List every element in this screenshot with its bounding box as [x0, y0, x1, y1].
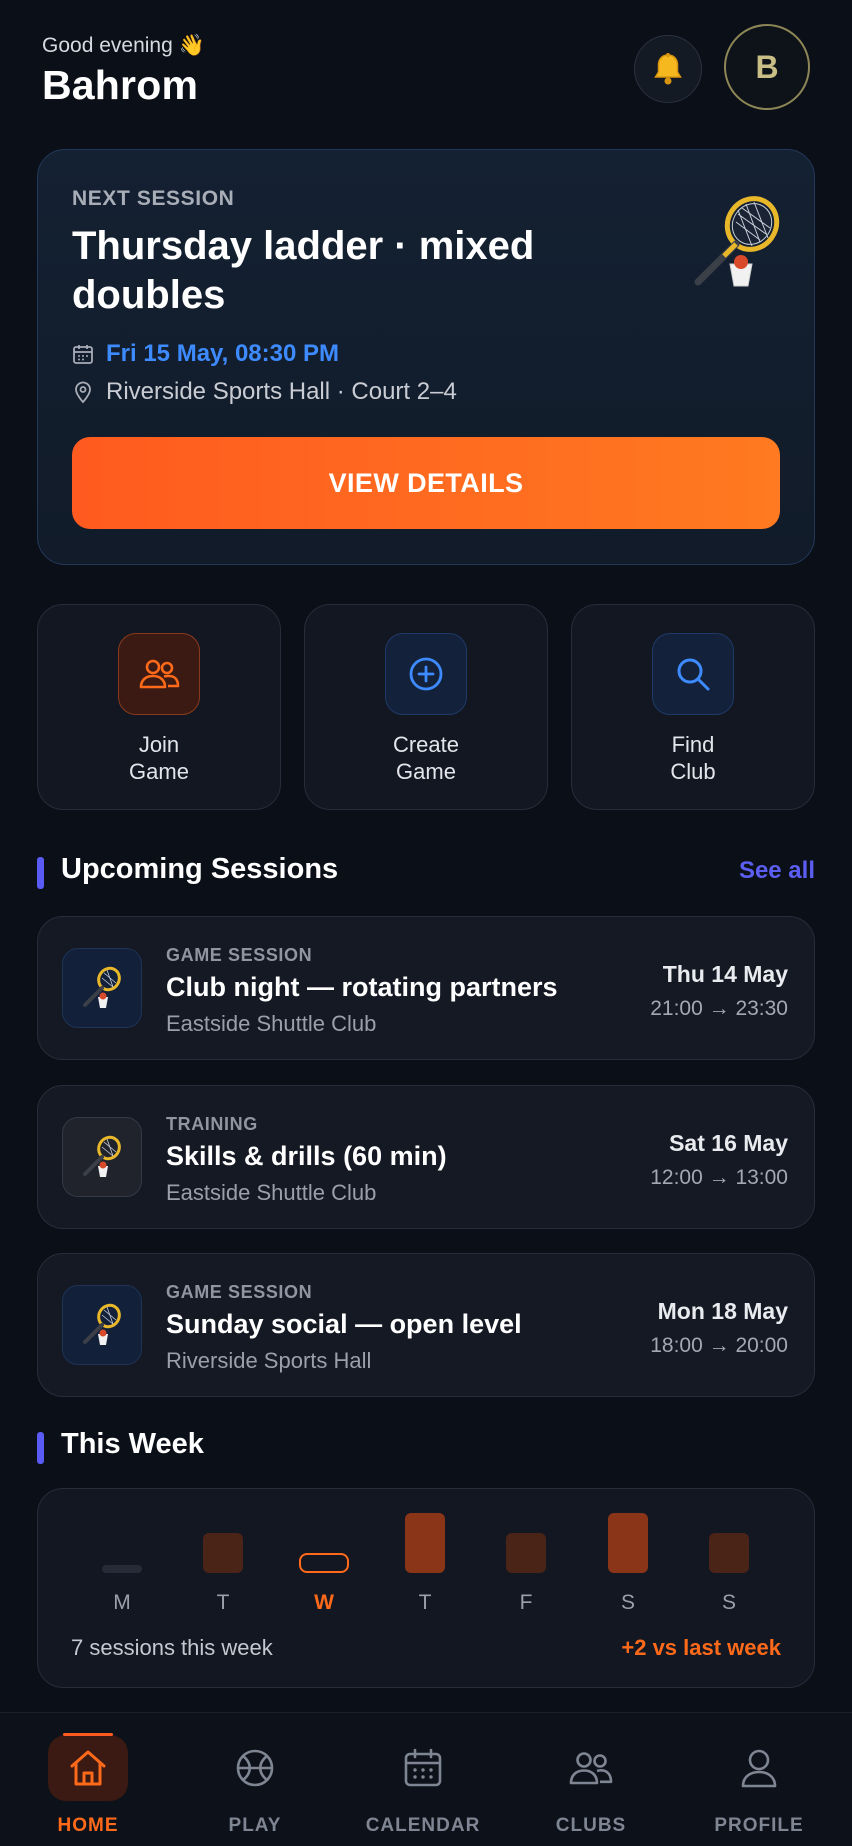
- session-time: 21:00 → 23:30: [650, 997, 788, 1020]
- week-day-label: T: [418, 1591, 432, 1614]
- session-title: Sunday social — open level: [166, 1309, 522, 1339]
- week-delta: +2 vs last week: [621, 1635, 781, 1660]
- calendar-icon-box: [383, 1735, 463, 1801]
- next-session-location: Riverside Sports Hall · Court 2–4: [72, 378, 457, 406]
- week-sessions-count: 7 sessions this week: [71, 1635, 273, 1660]
- badminton-racket-icon: [694, 196, 780, 287]
- clubs-icon-box: [551, 1735, 631, 1801]
- badminton-icon: [83, 1135, 121, 1177]
- active-tab-indicator: [63, 1733, 113, 1736]
- search-icon: [677, 658, 710, 691]
- upcoming-sessions-title: Upcoming Sessions: [61, 853, 339, 885]
- week-bar-s-5: [608, 1513, 648, 1573]
- session-day: Mon 18 May: [657, 1298, 788, 1324]
- view-details-button[interactable]: VIEW DETAILS: [72, 437, 780, 529]
- profile-icon: [741, 1749, 777, 1788]
- this-week-title: This Week: [61, 1428, 204, 1460]
- tab-label: CALENDAR: [365, 1815, 481, 1836]
- tab-profile[interactable]: PROFILE: [674, 1713, 844, 1846]
- play-icon-box: [215, 1735, 295, 1801]
- week-bar-w-2: [299, 1553, 349, 1573]
- week-bar-s-6: [709, 1533, 749, 1573]
- session-type: TRAINING: [166, 1114, 258, 1134]
- clubs-icon: [569, 1752, 613, 1785]
- session-card[interactable]: GAME SESSION Club night — rotating partn…: [37, 916, 815, 1060]
- calendar-icon: [73, 345, 93, 364]
- this-week-card: M T W T F S S 7 sessions this week +2 vs last …: [37, 1488, 815, 1688]
- find-club-label: Find Club: [670, 732, 716, 784]
- see-all-link[interactable]: See all: [739, 857, 815, 885]
- join-game-label: Join Game: [129, 732, 189, 784]
- session-day: Sat 16 May: [669, 1130, 788, 1156]
- week-day-label: M: [113, 1591, 131, 1614]
- week-day-label: T: [216, 1591, 230, 1614]
- section-accent-bar: [37, 857, 44, 889]
- tab-label: CLUBS: [555, 1815, 627, 1836]
- session-type: GAME SESSION: [166, 945, 313, 965]
- session-icon-box: [62, 1117, 142, 1197]
- tab-clubs[interactable]: CLUBS: [506, 1713, 676, 1846]
- week-bar-t-3: [405, 1513, 445, 1573]
- avatar[interactable]: B: [724, 24, 810, 110]
- header: Good evening 👋 Bahrom B: [42, 24, 810, 120]
- week-day-label: S: [721, 1591, 736, 1614]
- next-session-location-text: Riverside Sports Hall · Court 2–4: [106, 378, 457, 405]
- calendar-icon: [404, 1748, 442, 1787]
- upcoming-sessions-header: Upcoming Sessions See all: [37, 853, 815, 893]
- find-club-icon-box: [652, 633, 734, 715]
- create-game-icon-box: [385, 633, 467, 715]
- tab-label: PROFILE: [714, 1815, 804, 1836]
- home-icon-box: [48, 1735, 128, 1801]
- week-day-label: W: [314, 1591, 334, 1614]
- next-session-label: NEXT SESSION: [72, 187, 235, 210]
- badminton-icon: [83, 1303, 121, 1345]
- people-icon: [139, 659, 180, 689]
- plus-circle-icon: [409, 657, 443, 691]
- create-game-label: Create Game: [392, 732, 460, 784]
- badminton-icon: [83, 966, 121, 1008]
- session-time: 12:00 → 13:00: [650, 1166, 788, 1189]
- next-session-date-text: Fri 15 May, 08:30 PM: [106, 340, 339, 367]
- bottom-tab-bar: HOME PLAY CALENDAR CLUBS PROFILE: [0, 1712, 852, 1846]
- tab-label: PLAY: [228, 1815, 282, 1836]
- this-week-header: This Week: [37, 1428, 815, 1468]
- next-session-card: NEXT SESSION Thursday ladder · mixed dou…: [37, 149, 815, 565]
- home-icon: [70, 1750, 106, 1786]
- bell-icon: [654, 53, 682, 85]
- tab-play[interactable]: PLAY: [170, 1713, 340, 1846]
- session-time: 18:00 → 20:00: [650, 1334, 788, 1357]
- join-game-button[interactable]: Join Game: [37, 604, 281, 810]
- session-card[interactable]: GAME SESSION Sunday social — open level …: [37, 1253, 815, 1397]
- session-club: Riverside Sports Hall: [166, 1348, 372, 1373]
- find-club-button[interactable]: Find Club: [571, 604, 815, 810]
- session-title: Club night — rotating partners: [166, 972, 558, 1002]
- session-icon-box: [62, 1285, 142, 1365]
- tab-calendar[interactable]: CALENDAR: [338, 1713, 508, 1846]
- session-day: Thu 14 May: [662, 961, 788, 987]
- week-day-label: S: [620, 1591, 635, 1614]
- ball-icon: [236, 1749, 274, 1787]
- quick-actions: Join Game Create Game Find Club: [37, 604, 815, 810]
- tab-home[interactable]: HOME: [3, 1713, 173, 1846]
- session-club: Eastside Shuttle Club: [166, 1180, 377, 1205]
- week-day-label: F: [519, 1591, 533, 1614]
- week-bar-f-4: [506, 1533, 546, 1573]
- notifications-button[interactable]: [634, 35, 702, 103]
- week-bar-m-0: [102, 1565, 142, 1573]
- session-icon-box: [62, 948, 142, 1028]
- tab-label: HOME: [57, 1815, 119, 1836]
- session-type: GAME SESSION: [166, 1282, 313, 1302]
- session-club: Eastside Shuttle Club: [166, 1011, 377, 1036]
- next-session-title: Thursday ladder · mixed doubles: [72, 224, 535, 317]
- section-accent-bar: [37, 1432, 44, 1464]
- session-card[interactable]: TRAINING Skills & drills (60 min) Eastsi…: [37, 1085, 815, 1229]
- next-session-date: Fri 15 May, 08:30 PM: [72, 340, 339, 368]
- join-game-icon-box: [118, 633, 200, 715]
- session-title: Skills & drills (60 min): [166, 1141, 447, 1171]
- profile-icon-box: [719, 1735, 799, 1801]
- create-game-button[interactable]: Create Game: [304, 604, 548, 810]
- location-pin-icon: [75, 381, 91, 404]
- week-bar-t-1: [203, 1533, 243, 1573]
